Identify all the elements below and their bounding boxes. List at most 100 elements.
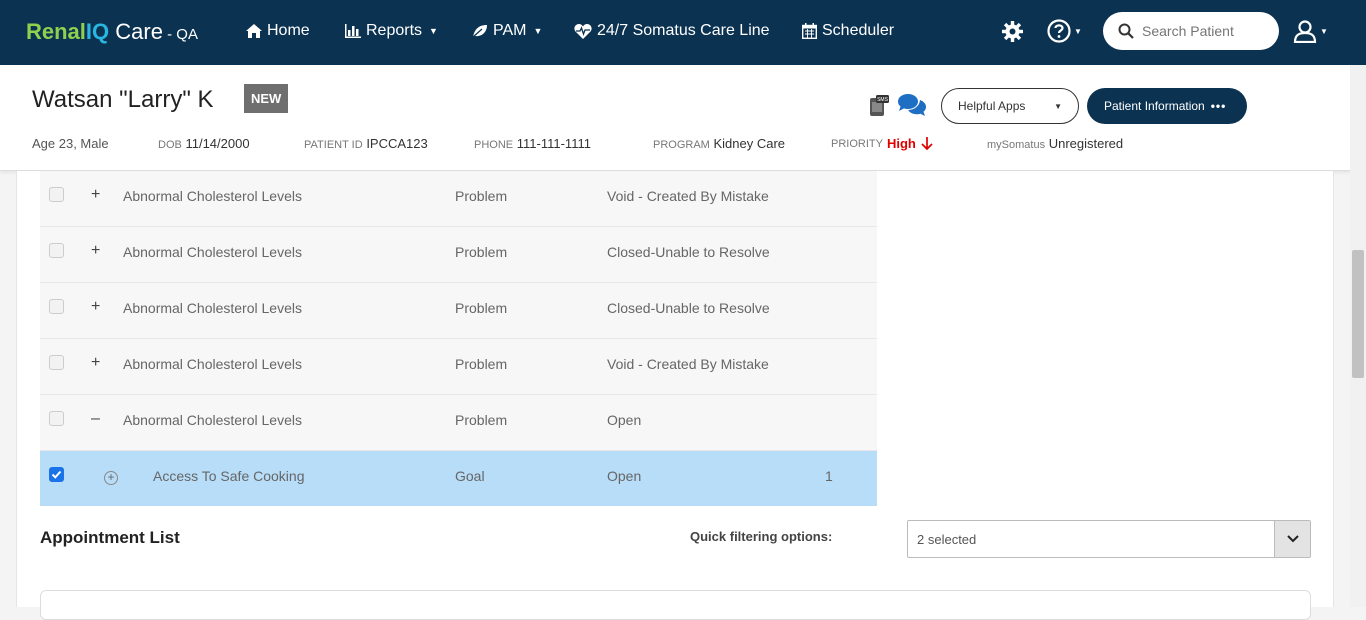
nav-care-line[interactable]: 24/7 Somatus Care Line xyxy=(574,22,770,40)
nav-home[interactable]: Home xyxy=(246,22,310,40)
row-checkbox[interactable] xyxy=(49,243,64,258)
collapse-icon[interactable]: – xyxy=(91,410,100,428)
row-status: Void - Created By Mistake xyxy=(607,188,769,204)
row-checkbox[interactable] xyxy=(49,355,64,370)
expand-icon[interactable]: + xyxy=(91,242,100,260)
row-checkbox[interactable] xyxy=(49,411,64,426)
logo-env-text: - QA xyxy=(162,26,198,43)
expand-icon[interactable]: + xyxy=(91,186,100,204)
search-icon xyxy=(1118,23,1134,39)
program-value: Kidney Care xyxy=(713,136,786,151)
care-plan-grid: + Abnormal Cholesterol Levels Problem Vo… xyxy=(40,171,877,506)
patient-name: Watsan "Larry" K xyxy=(32,86,214,113)
nav-scheduler-label: Scheduler xyxy=(822,22,895,39)
program-field: PROGRAM Kidney Care xyxy=(653,136,785,151)
nav-scheduler[interactable]: Scheduler xyxy=(802,22,894,40)
table-row[interactable]: – Abnormal Cholesterol Levels Problem Op… xyxy=(40,395,877,451)
program-label: PROGRAM xyxy=(653,139,710,151)
table-row[interactable]: + Abnormal Cholesterol Levels Problem Vo… xyxy=(40,171,877,227)
dropdown-toggle[interactable] xyxy=(1274,521,1310,557)
row-status: Void - Created By Mistake xyxy=(607,356,769,372)
nav-care-line-label: 24/7 Somatus Care Line xyxy=(597,22,770,39)
sms-icon[interactable]: SMS xyxy=(869,95,889,117)
appointment-list-title: Appointment List xyxy=(40,528,180,547)
search-box[interactable] xyxy=(1103,12,1279,50)
phone-field: PHONE 111-111-1111 xyxy=(474,136,591,151)
chevron-down-icon: ▼ xyxy=(1054,101,1062,111)
table-row[interactable]: + Abnormal Cholesterol Levels Problem Vo… xyxy=(40,339,877,395)
heartbeat-icon xyxy=(574,23,592,39)
nav-reports-label: Reports xyxy=(366,22,423,39)
chevron-down-icon: ▼ xyxy=(429,26,438,36)
patient-header: Watsan "Larry" K NEW SMS Helpful Apps ▼ … xyxy=(0,65,1350,171)
search-input[interactable] xyxy=(1142,23,1272,39)
expand-icon[interactable]: + xyxy=(91,354,100,372)
row-status: Open xyxy=(607,412,642,428)
app-logo[interactable]: RenalIQ Care - QA xyxy=(26,19,198,45)
logo-iq-text: IQ xyxy=(85,19,110,44)
question-circle-icon xyxy=(1047,19,1071,43)
quick-filter-value: 2 selected xyxy=(917,531,977,547)
nav-pam-label: PAM xyxy=(493,22,527,39)
table-row-selected[interactable]: + Access To Safe Cooking Goal Open 1 xyxy=(40,451,877,506)
arrow-down-icon xyxy=(921,137,933,151)
table-row[interactable]: + Abnormal Cholesterol Levels Problem Cl… xyxy=(40,227,877,283)
mysomatus-label: mySomatus xyxy=(987,139,1046,151)
check-icon xyxy=(51,470,62,479)
row-name: Access To Safe Cooking xyxy=(153,468,305,484)
priority-field: PRIORITY High xyxy=(831,136,934,151)
row-type: Problem xyxy=(455,188,508,204)
appointment-list-panel xyxy=(40,590,1311,620)
mysomatus-field: mySomatus Unregistered xyxy=(987,136,1123,151)
user-icon xyxy=(1293,20,1317,43)
svg-text:SMS: SMS xyxy=(877,97,889,103)
row-type: Problem xyxy=(455,244,508,260)
patient-id-value: IPCCA123 xyxy=(366,136,428,151)
age-sex: Age 23, Male xyxy=(32,136,109,151)
phone-label: PHONE xyxy=(474,139,514,151)
dob-field: DOB 11/14/2000 xyxy=(158,136,250,151)
expand-circle-icon[interactable]: + xyxy=(104,471,118,485)
priority-label: PRIORITY xyxy=(831,137,883,150)
row-checkbox[interactable] xyxy=(49,187,64,202)
leaf-icon xyxy=(472,25,487,38)
calendar-icon xyxy=(802,23,817,39)
help-menu[interactable]: ▼ xyxy=(1047,19,1082,43)
dob-value: 11/14/2000 xyxy=(185,136,250,151)
helpful-apps-label: Helpful Apps xyxy=(958,99,1026,113)
more-dots-icon: ••• xyxy=(1210,99,1227,113)
scrollbar-thumb[interactable] xyxy=(1352,250,1364,378)
user-menu[interactable]: ▼ xyxy=(1293,19,1328,43)
chevron-down-icon: ▼ xyxy=(533,26,543,36)
expand-icon[interactable]: + xyxy=(91,298,100,316)
phone-value: 111-111-1111 xyxy=(516,136,591,151)
chevron-down-icon: ▼ xyxy=(1074,26,1082,36)
home-icon xyxy=(246,24,262,38)
row-status: Open xyxy=(607,468,642,484)
nav-pam[interactable]: PAM ▼ xyxy=(472,22,542,40)
nav-home-label: Home xyxy=(267,22,310,39)
row-type: Problem xyxy=(455,300,508,316)
row-type: Problem xyxy=(455,356,508,372)
row-type: Goal xyxy=(455,468,485,484)
logo-care-text: Care xyxy=(109,19,163,44)
row-name: Abnormal Cholesterol Levels xyxy=(123,412,302,428)
gear-icon[interactable] xyxy=(1002,21,1023,42)
chat-icon[interactable] xyxy=(897,93,927,117)
row-name: Abnormal Cholesterol Levels xyxy=(123,188,302,204)
row-checkbox-checked[interactable] xyxy=(49,467,64,482)
row-status: Closed-Unable to Resolve xyxy=(607,300,770,316)
mysomatus-value: Unregistered xyxy=(1048,136,1124,151)
new-badge: NEW xyxy=(244,84,289,113)
quick-filter-select[interactable]: 2 selected xyxy=(907,520,1311,558)
helpful-apps-dropdown[interactable]: Helpful Apps ▼ xyxy=(941,88,1079,124)
patient-information-button[interactable]: Patient Information ••• xyxy=(1087,88,1247,124)
main-content: + Abnormal Cholesterol Levels Problem Vo… xyxy=(16,171,1334,620)
page-scrollbar[interactable] xyxy=(1350,65,1366,607)
nav-reports[interactable]: Reports ▼ xyxy=(345,22,438,40)
table-row[interactable]: + Abnormal Cholesterol Levels Problem Cl… xyxy=(40,283,877,339)
row-checkbox[interactable] xyxy=(49,299,64,314)
row-count: 1 xyxy=(825,468,833,484)
top-navbar: RenalIQ Care - QA Home Reports ▼ PAM ▼ 2… xyxy=(0,0,1366,65)
row-type: Problem xyxy=(455,412,508,428)
